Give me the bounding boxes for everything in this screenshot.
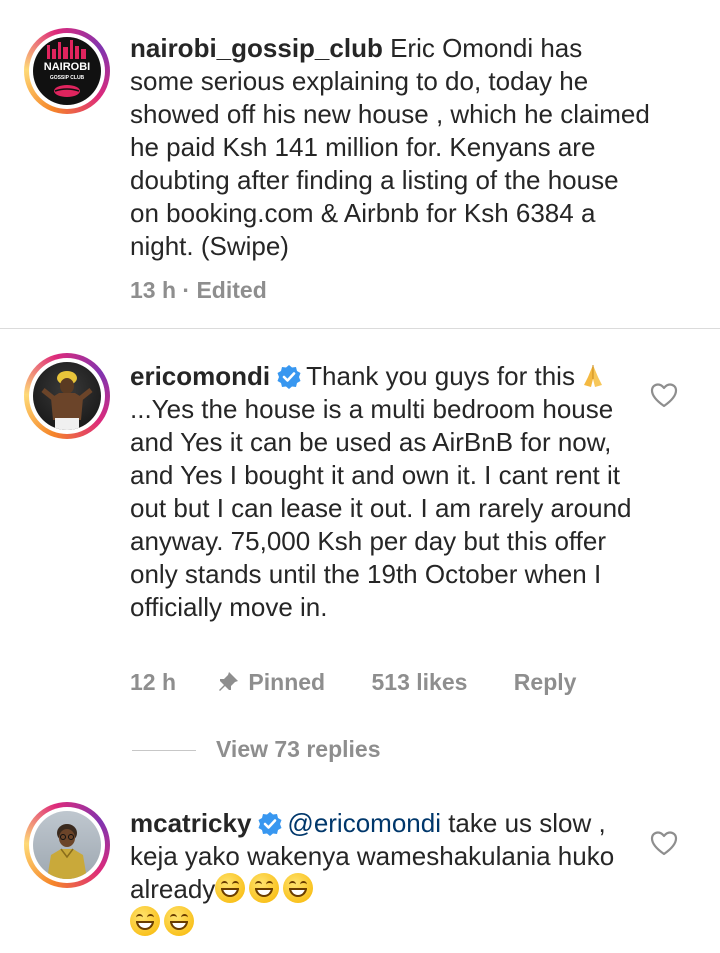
divider [0,328,720,329]
pinned-label: Pinned [248,669,326,695]
verified-badge-icon [277,365,301,389]
comment-username[interactable]: mcatricky [130,808,251,838]
like-heart-icon[interactable] [650,382,678,408]
folded-hands-emoji-icon [584,365,603,387]
pin-icon [219,672,239,691]
view-replies-line [132,750,196,752]
verified-badge-icon [258,812,282,836]
comment-body: mcatricky @ericomondi take us slow , keja… [130,807,650,939]
avatar-nairobi-gossip-club[interactable]: NAIROBI GOSSIP CLUB [24,28,110,114]
view-replies-button[interactable]: View 73 replies [132,736,381,763]
view-replies-label[interactable]: View 73 replies [216,736,381,762]
likes-count[interactable]: 513 likes [371,669,467,695]
laughing-emoji-icon [249,873,280,903]
reply-button[interactable]: Reply [514,669,577,695]
comment-meta: 12 h Pinned 513 likes Reply [130,669,612,696]
avatar-mcatricky[interactable] [24,802,110,888]
comment-body: ericomondi Thank you guys for this ...Yes… [130,360,650,624]
comment-time: 13 h · Edited [130,277,267,303]
comment-time: 12 h [130,669,177,695]
comment-meta: 13 h · Edited [130,277,303,304]
avatar-ericomondi[interactable] [24,353,110,439]
like-heart-icon[interactable] [650,830,678,856]
comment-username[interactable]: nairobi_gossip_club [130,33,383,63]
comment-username[interactable]: ericomondi [130,361,270,391]
comment-text-continued: ...Yes the house is a multi bedroom hous… [130,394,632,622]
comments-screen: NAIROBI GOSSIP CLUB nairobi_gossip_club … [0,0,720,953]
avatar-logo-subtext: GOSSIP CLUB [50,75,85,81]
comment-text: Eric Omondi has some serious explaining … [130,33,650,261]
comment-mention-link[interactable]: @ericomondi [287,808,441,838]
laughing-emoji-icon [164,906,194,936]
laughing-emoji-icon [130,906,160,936]
comment-text: Thank you guys for this [306,361,575,391]
laughing-emoji-icon [215,873,246,903]
comment-body: nairobi_gossip_club Eric Omondi has some… [130,32,650,263]
pinned-indicator: Pinned [218,669,325,695]
avatar-logo-text: NAIROBI [44,61,90,73]
laughing-emoji-icon [283,873,314,903]
